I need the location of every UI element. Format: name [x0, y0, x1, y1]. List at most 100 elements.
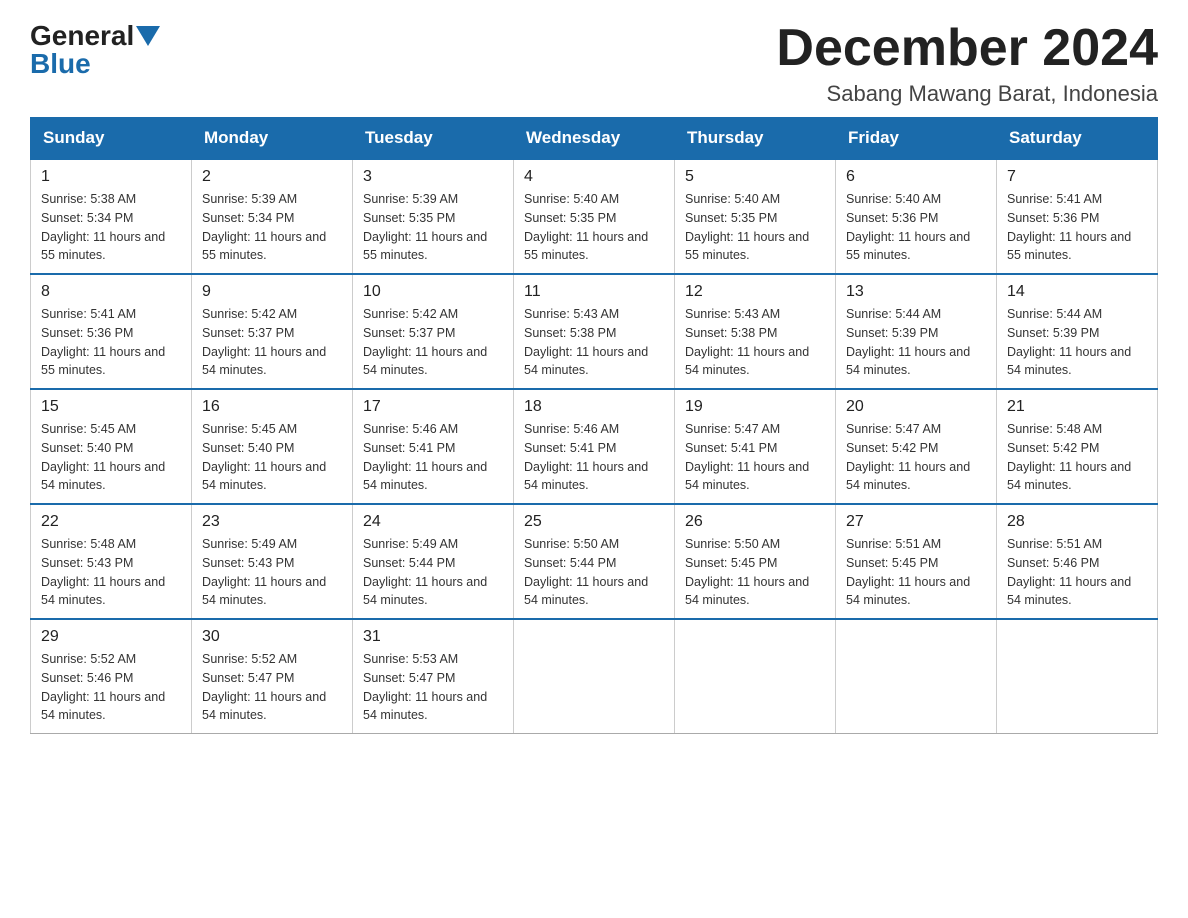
calendar-cell: 4 Sunrise: 5:40 AMSunset: 5:35 PMDaylight…	[514, 159, 675, 274]
day-info: Sunrise: 5:39 AMSunset: 5:35 PMDaylight:…	[363, 190, 503, 265]
calendar-cell: 13 Sunrise: 5:44 AMSunset: 5:39 PMDayligh…	[836, 274, 997, 389]
calendar-cell: 1 Sunrise: 5:38 AMSunset: 5:34 PMDaylight…	[31, 159, 192, 274]
month-title: December 2024	[776, 20, 1158, 77]
day-info: Sunrise: 5:50 AMSunset: 5:45 PMDaylight:…	[685, 535, 825, 610]
location-subtitle: Sabang Mawang Barat, Indonesia	[776, 81, 1158, 107]
day-info: Sunrise: 5:38 AMSunset: 5:34 PMDaylight:…	[41, 190, 181, 265]
day-number: 18	[524, 398, 664, 416]
day-info: Sunrise: 5:40 AMSunset: 5:35 PMDaylight:…	[685, 190, 825, 265]
day-info: Sunrise: 5:39 AMSunset: 5:34 PMDaylight:…	[202, 190, 342, 265]
day-info: Sunrise: 5:45 AMSunset: 5:40 PMDaylight:…	[202, 420, 342, 495]
day-number: 20	[846, 398, 986, 416]
calendar-cell: 17 Sunrise: 5:46 AMSunset: 5:41 PMDayligh…	[353, 389, 514, 504]
calendar-cell: 16 Sunrise: 5:45 AMSunset: 5:40 PMDayligh…	[192, 389, 353, 504]
day-info: Sunrise: 5:49 AMSunset: 5:44 PMDaylight:…	[363, 535, 503, 610]
weekday-header-wednesday: Wednesday	[514, 118, 675, 160]
day-number: 22	[41, 513, 181, 531]
calendar-cell: 2 Sunrise: 5:39 AMSunset: 5:34 PMDaylight…	[192, 159, 353, 274]
calendar-table: SundayMondayTuesdayWednesdayThursdayFrid…	[30, 117, 1158, 734]
calendar-cell: 21 Sunrise: 5:48 AMSunset: 5:42 PMDayligh…	[997, 389, 1158, 504]
calendar-cell: 6 Sunrise: 5:40 AMSunset: 5:36 PMDaylight…	[836, 159, 997, 274]
week-row-3: 15Sunrise: 5:45 AMSunset: 5:40 PMDayligh…	[31, 389, 1158, 504]
logo-triangle-icon	[136, 26, 160, 46]
calendar-cell: 11Sunrise: 5:43 AMSunset: 5:38 PMDayligh…	[514, 274, 675, 389]
logo-blue-text: Blue	[30, 48, 91, 80]
calendar-cell: 9Sunrise: 5:42 AMSunset: 5:37 PMDaylight…	[192, 274, 353, 389]
calendar-cell: 18 Sunrise: 5:46 AMSunset: 5:41 PMDayligh…	[514, 389, 675, 504]
day-info: Sunrise: 5:42 AMSunset: 5:37 PMDaylight:…	[202, 305, 342, 380]
week-row-5: 29 Sunrise: 5:52 AMSunset: 5:46 PMDayligh…	[31, 619, 1158, 734]
calendar-cell: 12 Sunrise: 5:43 AMSunset: 5:38 PMDayligh…	[675, 274, 836, 389]
page-header: General Blue December 2024 Sabang Mawang…	[30, 20, 1158, 107]
day-number: 11	[524, 283, 664, 301]
weekday-header-sunday: Sunday	[31, 118, 192, 160]
day-number: 26	[685, 513, 825, 531]
day-number: 23	[202, 513, 342, 531]
weekday-header-saturday: Saturday	[997, 118, 1158, 160]
day-number: 17	[363, 398, 503, 416]
day-number: 12	[685, 283, 825, 301]
title-block: December 2024 Sabang Mawang Barat, Indon…	[776, 20, 1158, 107]
day-info: Sunrise: 5:52 AMSunset: 5:47 PMDaylight:…	[202, 650, 342, 725]
day-info: Sunrise: 5:46 AMSunset: 5:41 PMDaylight:…	[524, 420, 664, 495]
calendar-cell	[997, 619, 1158, 734]
calendar-cell: 26 Sunrise: 5:50 AMSunset: 5:45 PMDayligh…	[675, 504, 836, 619]
day-info: Sunrise: 5:50 AMSunset: 5:44 PMDaylight:…	[524, 535, 664, 610]
calendar-cell: 15Sunrise: 5:45 AMSunset: 5:40 PMDayligh…	[31, 389, 192, 504]
calendar-cell: 19 Sunrise: 5:47 AMSunset: 5:41 PMDayligh…	[675, 389, 836, 504]
calendar-cell: 20 Sunrise: 5:47 AMSunset: 5:42 PMDayligh…	[836, 389, 997, 504]
weekday-header-tuesday: Tuesday	[353, 118, 514, 160]
day-number: 29	[41, 628, 181, 646]
calendar-cell	[836, 619, 997, 734]
day-number: 3	[363, 168, 503, 186]
day-info: Sunrise: 5:47 AMSunset: 5:42 PMDaylight:…	[846, 420, 986, 495]
day-info: Sunrise: 5:49 AMSunset: 5:43 PMDaylight:…	[202, 535, 342, 610]
day-info: Sunrise: 5:40 AMSunset: 5:35 PMDaylight:…	[524, 190, 664, 265]
day-info: Sunrise: 5:47 AMSunset: 5:41 PMDaylight:…	[685, 420, 825, 495]
day-info: Sunrise: 5:45 AMSunset: 5:40 PMDaylight:…	[41, 420, 181, 495]
day-info: Sunrise: 5:41 AMSunset: 5:36 PMDaylight:…	[41, 305, 181, 380]
day-info: Sunrise: 5:44 AMSunset: 5:39 PMDaylight:…	[1007, 305, 1147, 380]
day-info: Sunrise: 5:44 AMSunset: 5:39 PMDaylight:…	[846, 305, 986, 380]
day-number: 31	[363, 628, 503, 646]
weekday-header-monday: Monday	[192, 118, 353, 160]
day-number: 21	[1007, 398, 1147, 416]
day-info: Sunrise: 5:46 AMSunset: 5:41 PMDaylight:…	[363, 420, 503, 495]
logo: General Blue	[30, 20, 160, 80]
day-info: Sunrise: 5:48 AMSunset: 5:43 PMDaylight:…	[41, 535, 181, 610]
calendar-cell: 25Sunrise: 5:50 AMSunset: 5:44 PMDayligh…	[514, 504, 675, 619]
day-number: 6	[846, 168, 986, 186]
calendar-cell: 27Sunrise: 5:51 AMSunset: 5:45 PMDayligh…	[836, 504, 997, 619]
day-number: 19	[685, 398, 825, 416]
calendar-cell: 23 Sunrise: 5:49 AMSunset: 5:43 PMDayligh…	[192, 504, 353, 619]
calendar-header-row: SundayMondayTuesdayWednesdayThursdayFrid…	[31, 118, 1158, 160]
week-row-4: 22 Sunrise: 5:48 AMSunset: 5:43 PMDayligh…	[31, 504, 1158, 619]
day-number: 28	[1007, 513, 1147, 531]
calendar-cell: 10Sunrise: 5:42 AMSunset: 5:37 PMDayligh…	[353, 274, 514, 389]
day-info: Sunrise: 5:41 AMSunset: 5:36 PMDaylight:…	[1007, 190, 1147, 265]
week-row-2: 8Sunrise: 5:41 AMSunset: 5:36 PMDaylight…	[31, 274, 1158, 389]
calendar-cell: 5Sunrise: 5:40 AMSunset: 5:35 PMDaylight…	[675, 159, 836, 274]
day-number: 13	[846, 283, 986, 301]
day-number: 14	[1007, 283, 1147, 301]
day-info: Sunrise: 5:52 AMSunset: 5:46 PMDaylight:…	[41, 650, 181, 725]
day-info: Sunrise: 5:53 AMSunset: 5:47 PMDaylight:…	[363, 650, 503, 725]
day-number: 7	[1007, 168, 1147, 186]
day-info: Sunrise: 5:48 AMSunset: 5:42 PMDaylight:…	[1007, 420, 1147, 495]
calendar-cell	[514, 619, 675, 734]
day-info: Sunrise: 5:42 AMSunset: 5:37 PMDaylight:…	[363, 305, 503, 380]
calendar-cell: 28Sunrise: 5:51 AMSunset: 5:46 PMDayligh…	[997, 504, 1158, 619]
weekday-header-thursday: Thursday	[675, 118, 836, 160]
day-number: 2	[202, 168, 342, 186]
calendar-cell: 14 Sunrise: 5:44 AMSunset: 5:39 PMDayligh…	[997, 274, 1158, 389]
day-info: Sunrise: 5:40 AMSunset: 5:36 PMDaylight:…	[846, 190, 986, 265]
day-info: Sunrise: 5:43 AMSunset: 5:38 PMDaylight:…	[685, 305, 825, 380]
day-number: 1	[41, 168, 181, 186]
day-number: 4	[524, 168, 664, 186]
day-number: 16	[202, 398, 342, 416]
calendar-cell: 7 Sunrise: 5:41 AMSunset: 5:36 PMDaylight…	[997, 159, 1158, 274]
day-number: 27	[846, 513, 986, 531]
calendar-cell: 31 Sunrise: 5:53 AMSunset: 5:47 PMDayligh…	[353, 619, 514, 734]
calendar-cell: 30Sunrise: 5:52 AMSunset: 5:47 PMDayligh…	[192, 619, 353, 734]
week-row-1: 1 Sunrise: 5:38 AMSunset: 5:34 PMDaylight…	[31, 159, 1158, 274]
